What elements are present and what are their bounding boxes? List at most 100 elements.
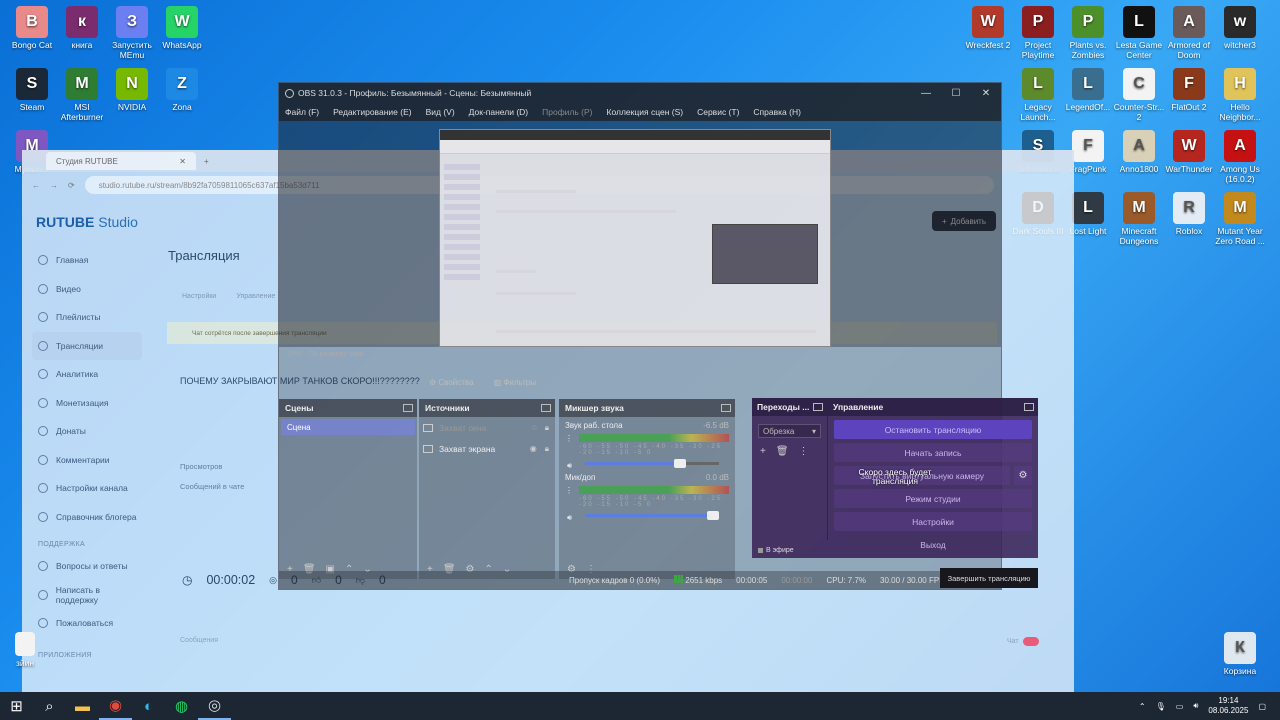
more-icon[interactable]: ⋮: [565, 486, 573, 495]
start-icon[interactable]: ⊞: [0, 692, 33, 720]
add-icon[interactable]: +: [760, 446, 766, 457]
gear-icon[interactable]: ⚙: [1014, 466, 1032, 485]
volume-slider[interactable]: [585, 511, 719, 520]
studio-mode-button[interactable]: Режим студии: [834, 489, 1032, 508]
explorer-icon[interactable]: ▬: [66, 692, 99, 720]
sidebar-item[interactable]: Плейлисты: [32, 303, 142, 332]
slider-handle[interactable]: [707, 511, 719, 520]
network-icon[interactable]: ▭: [1176, 702, 1184, 711]
desktop-icon[interactable]: A Armored of Doom: [1161, 6, 1217, 60]
sidebar-item[interactable]: Видео: [32, 275, 142, 304]
desktop-icon[interactable]: B Bongo Cat: [4, 6, 60, 50]
menu-item[interactable]: Вид (V): [426, 107, 455, 117]
tab-settings[interactable]: Настройки: [182, 293, 216, 300]
sidebar-item[interactable]: Трансляции: [32, 331, 142, 360]
exit-button[interactable]: Выход: [834, 535, 1032, 554]
sidebar-item[interactable]: Справочник блогера: [32, 503, 142, 532]
sidebar-item[interactable]: Комментарии: [32, 446, 142, 475]
menu-item[interactable]: Коллекция сцен (S): [607, 107, 684, 117]
settings-button[interactable]: Настройки: [834, 512, 1032, 531]
sidebar-item[interactable]: Главная: [32, 246, 142, 275]
desktop-icon[interactable]: S Steam: [4, 68, 60, 112]
microphone-icon[interactable]: 🎙︎: [1156, 702, 1166, 711]
desktop-icon[interactable]: L Legacy Launch...: [1010, 68, 1066, 122]
desktop-icon[interactable]: N NVIDIA: [104, 68, 160, 112]
desktop-icon[interactable]: w witcher3: [1212, 6, 1268, 50]
stop-stream-button[interactable]: Остановить трансляцию: [834, 420, 1032, 439]
forward-icon[interactable]: →: [50, 181, 58, 190]
support-item[interactable]: Написать в поддержку: [32, 581, 142, 610]
back-icon[interactable]: ←: [32, 181, 40, 190]
dock-float-icon[interactable]: [813, 403, 823, 411]
notification-icon[interactable]: ▢: [1258, 702, 1266, 711]
start-record-button[interactable]: Начать запись: [834, 443, 1032, 462]
whatsapp-icon[interactable]: ◍: [165, 692, 198, 720]
preview-canvas[interactable]: [439, 129, 831, 347]
properties-button[interactable]: ⚙ Свойства: [429, 378, 474, 387]
desktop-icon[interactable]: M MSI Afterburner: [54, 68, 110, 122]
more-icon[interactable]: ⋮: [565, 434, 573, 443]
desktop-icon[interactable]: M Minecraft Dungeons: [1111, 192, 1167, 246]
rutube-logo[interactable]: RUTUBE Studio: [36, 214, 138, 230]
browser-tab[interactable]: Студия RUTUBE ✕: [46, 152, 196, 170]
desktop-icon[interactable]: К Корзина: [1212, 632, 1268, 676]
desktop-icon[interactable]: C Counter-Str... 2: [1111, 68, 1167, 122]
desktop-icon[interactable]: L Lesta Game Center: [1111, 6, 1167, 60]
reload-icon[interactable]: ⟳: [68, 181, 75, 190]
minimize-icon[interactable]: —: [911, 88, 941, 99]
sidebar-item[interactable]: Настройки канала: [32, 474, 142, 503]
zoom-mode[interactable]: По размеру окна: [309, 351, 363, 358]
desktop-icon[interactable]: З Запустить MEmu: [104, 6, 160, 60]
new-tab-icon[interactable]: +: [204, 157, 209, 166]
menu-item[interactable]: Файл (F): [285, 107, 319, 117]
sidebar-item[interactable]: Монетизация: [32, 389, 142, 418]
desktop-icon[interactable]: A Anno1800: [1111, 130, 1167, 174]
search-icon[interactable]: ⌕: [33, 692, 66, 720]
support-item[interactable]: Вопросы и ответы: [32, 552, 142, 581]
maximize-icon[interactable]: ☐: [941, 88, 971, 99]
dock-float-icon[interactable]: [1024, 403, 1034, 411]
desktop-icon[interactable]: L LegendOf...: [1060, 68, 1116, 112]
close-icon[interactable]: ✕: [971, 88, 1001, 99]
sidebar-item[interactable]: Аналитика: [32, 360, 142, 389]
source-item[interactable]: Захват окна ◌ 🔒︎: [419, 417, 555, 438]
scene-item[interactable]: Сцена: [281, 419, 415, 435]
desktop-icon[interactable]: H Hello Neighbor...: [1212, 68, 1268, 122]
desktop-icon[interactable]: R Roblox: [1161, 192, 1217, 236]
volume-icon[interactable]: 🔊︎: [567, 461, 572, 471]
dock-float-icon[interactable]: [721, 404, 731, 412]
desktop-icon[interactable]: A Among Us (16.0.2): [1212, 130, 1268, 184]
menu-item[interactable]: Редактирование (E): [333, 107, 411, 117]
desktop-icon[interactable]: W Wreckfest 2: [960, 6, 1016, 50]
desktop-icon[interactable]: P Project Playtime: [1010, 6, 1066, 60]
desktop-icon[interactable]: F FlatOut 2: [1161, 68, 1217, 112]
tab-close-icon[interactable]: ✕: [179, 157, 186, 166]
menu-item[interactable]: Сервис (T): [697, 107, 739, 117]
desktop-icon[interactable]: P Plants vs. Zombies: [1060, 6, 1116, 60]
chrome-icon[interactable]: ◉: [99, 692, 132, 720]
dock-float-icon[interactable]: [403, 404, 413, 412]
sidebar-item[interactable]: Донаты: [32, 417, 142, 446]
clock[interactable]: 19:14 08.06.2025: [1208, 696, 1248, 716]
lock-icon[interactable]: 🔒︎: [545, 423, 549, 433]
eye-icon[interactable]: ◉: [530, 444, 537, 454]
dock-float-icon[interactable]: [541, 404, 551, 412]
lock-icon[interactable]: 🔒︎: [545, 444, 549, 454]
desktop-icon[interactable]: W WarThunder: [1161, 130, 1217, 174]
desktop-file-icon[interactable]: зйин: [0, 632, 50, 668]
filters-button[interactable]: ▥ Фильтры: [494, 378, 536, 387]
end-stream-button[interactable]: Завершить трансляцию: [940, 568, 1038, 588]
desktop-icon[interactable]: Z Zona: [154, 68, 210, 112]
menu-item[interactable]: Док-панели (D): [469, 107, 528, 117]
volume-slider[interactable]: [585, 459, 719, 468]
slider-handle[interactable]: [673, 459, 686, 468]
desktop-icon[interactable]: M Mutant Year Zero Road ...: [1212, 192, 1268, 246]
more-icon[interactable]: ⋮: [799, 446, 809, 457]
volume-icon[interactable]: 🔊︎: [1193, 701, 1198, 711]
obs-icon[interactable]: ◎: [198, 692, 231, 720]
edge-icon[interactable]: ◐: [132, 692, 165, 720]
desktop-icon[interactable]: к книга: [54, 6, 110, 50]
chevron-up-icon[interactable]: ⌃: [1139, 702, 1146, 711]
desktop-icon[interactable]: W WhatsApp: [154, 6, 210, 50]
menu-item[interactable]: Справка (H): [753, 107, 801, 117]
